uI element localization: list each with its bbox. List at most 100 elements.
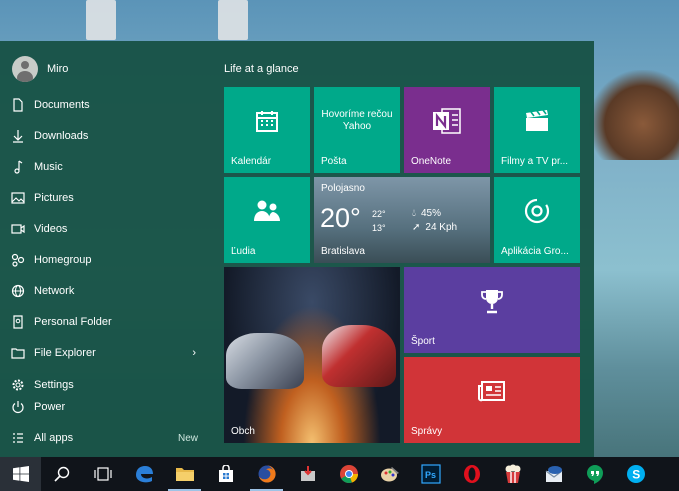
weather-wind: 24 Kph xyxy=(425,222,458,233)
people-icon xyxy=(224,177,310,245)
search-icon xyxy=(53,466,69,482)
tile-groove[interactable]: Aplikácia Gro... xyxy=(494,177,580,263)
network-icon xyxy=(0,284,34,298)
taskbar-file-explorer[interactable] xyxy=(164,457,205,491)
newspaper-icon xyxy=(404,357,580,425)
pictures-icon xyxy=(0,192,34,204)
tile-label: Kalendár xyxy=(231,156,272,167)
taskbar-paint[interactable] xyxy=(369,457,410,491)
tile-store[interactable]: Obch xyxy=(224,267,400,443)
mail-tile-message: Hovoríme rečou Yahoo xyxy=(314,109,400,133)
trophy-icon xyxy=(404,267,580,335)
desktop-wallpaper-rock xyxy=(589,70,679,160)
taskbar-chrome[interactable] xyxy=(328,457,369,491)
taskbar-popcorn[interactable] xyxy=(492,457,533,491)
tile-label: OneNote xyxy=(411,156,452,167)
nav-label: File Explorer xyxy=(34,347,96,359)
tile-label: Obch xyxy=(231,426,255,437)
hangouts-icon xyxy=(586,465,603,484)
nav-label: Personal Folder xyxy=(34,316,112,328)
music-icon xyxy=(0,160,34,174)
homegroup-icon xyxy=(0,253,34,267)
weather-humidity: 45% xyxy=(421,208,442,219)
tile-label: Filmy a TV pr... xyxy=(501,156,569,167)
nav-pictures[interactable]: Pictures xyxy=(0,184,210,212)
new-badge: New xyxy=(177,432,198,444)
weather-condition: Polojasno xyxy=(321,183,365,194)
tile-mail[interactable]: Hovoríme rečou Yahoo Pošta xyxy=(314,87,400,173)
start-menu: Miro Documents Downloads Music Pictures … xyxy=(0,41,594,457)
nav-label: Videos xyxy=(34,223,68,235)
nav-label: Music xyxy=(34,161,63,173)
nav-all-apps[interactable]: All apps New xyxy=(0,424,210,452)
weather-high-low: 22° 13° xyxy=(372,207,386,235)
taskbar-firefox[interactable] xyxy=(246,457,287,491)
tile-calendar[interactable]: Kalendár xyxy=(224,87,310,173)
weather-stats: 💧︎ 45% ➚ 24 Kph xyxy=(412,207,457,235)
power-icon xyxy=(0,400,34,414)
taskbar-opera[interactable] xyxy=(451,457,492,491)
opera-icon xyxy=(463,465,480,483)
calendar-icon xyxy=(224,87,310,155)
nav-label: Downloads xyxy=(34,130,89,142)
clapperboard-icon xyxy=(494,87,580,155)
taskbar-installer[interactable] xyxy=(287,457,328,491)
nav-label: Power xyxy=(34,401,66,413)
store-icon xyxy=(218,465,233,482)
taskbar-store[interactable] xyxy=(205,457,246,491)
game-car-right xyxy=(322,325,396,387)
nav-label: Homegroup xyxy=(34,254,92,266)
tile-news[interactable]: Správy xyxy=(404,357,580,443)
svg-text:Ps: Ps xyxy=(425,470,436,480)
wind-icon: ➚ xyxy=(412,222,421,233)
taskbar-hangouts[interactable] xyxy=(574,457,615,491)
nav-homegroup[interactable]: Homegroup xyxy=(0,246,210,274)
weather-city: Bratislava xyxy=(321,246,365,257)
tile-label: Ľudia xyxy=(231,246,256,257)
file-explorer-icon xyxy=(0,347,34,359)
task-view-button[interactable] xyxy=(82,457,123,491)
nav-network[interactable]: Network xyxy=(0,277,210,305)
desktop-file-icon[interactable] xyxy=(218,0,248,40)
taskbar-thunderbird[interactable] xyxy=(533,457,574,491)
nav-personal-folder[interactable]: Personal Folder xyxy=(0,308,210,336)
tile-sport[interactable]: Šport xyxy=(404,267,580,353)
tile-onenote[interactable]: OneNote xyxy=(404,87,490,173)
user-name: Miro xyxy=(47,63,69,75)
taskbar-skype[interactable]: S xyxy=(615,457,656,491)
tile-movies-tv[interactable]: Filmy a TV pr... xyxy=(494,87,580,173)
paint-icon xyxy=(380,467,399,482)
nav-file-explorer[interactable]: File Explorer › xyxy=(0,339,210,367)
folder-icon xyxy=(0,315,34,329)
tile-people[interactable]: Ľudia xyxy=(224,177,310,263)
desktop-file-icon[interactable] xyxy=(86,0,116,40)
task-view-icon xyxy=(93,467,112,481)
taskbar-edge[interactable] xyxy=(123,457,164,491)
all-apps-icon xyxy=(0,432,34,444)
weather-temperature: 20° xyxy=(320,203,361,233)
nav-power[interactable]: Power xyxy=(0,393,210,421)
windows-logo-icon xyxy=(12,466,29,482)
tile-label: Pošta xyxy=(321,156,347,167)
file-explorer-icon xyxy=(175,468,194,481)
nav-downloads[interactable]: Downloads xyxy=(0,122,210,150)
tile-group-title[interactable]: Life at a glance xyxy=(224,63,299,75)
photoshop-icon: Ps xyxy=(420,464,441,484)
tile-weather[interactable]: Polojasno 20° 22° 13° 💧︎ 45% ➚ 24 Kph Brat… xyxy=(314,177,490,263)
edge-icon xyxy=(135,466,153,483)
popcorn-icon xyxy=(505,464,520,483)
chevron-right-icon[interactable]: › xyxy=(192,347,196,359)
start-button[interactable] xyxy=(0,457,41,491)
search-button[interactable] xyxy=(41,457,82,491)
nav-music[interactable]: Music xyxy=(0,153,210,181)
tile-label: Aplikácia Gro... xyxy=(501,246,569,257)
tile-label: Správy xyxy=(411,426,443,437)
groove-music-icon xyxy=(494,177,580,245)
nav-videos[interactable]: Videos xyxy=(0,215,210,243)
taskbar-photoshop[interactable]: Ps xyxy=(410,457,451,491)
firefox-icon xyxy=(258,465,276,483)
nav-documents[interactable]: Documents xyxy=(0,91,210,119)
user-account[interactable]: Miro xyxy=(12,56,68,82)
tile-label: Šport xyxy=(411,336,435,347)
start-left-pane: Miro Documents Downloads Music Pictures … xyxy=(0,41,210,457)
